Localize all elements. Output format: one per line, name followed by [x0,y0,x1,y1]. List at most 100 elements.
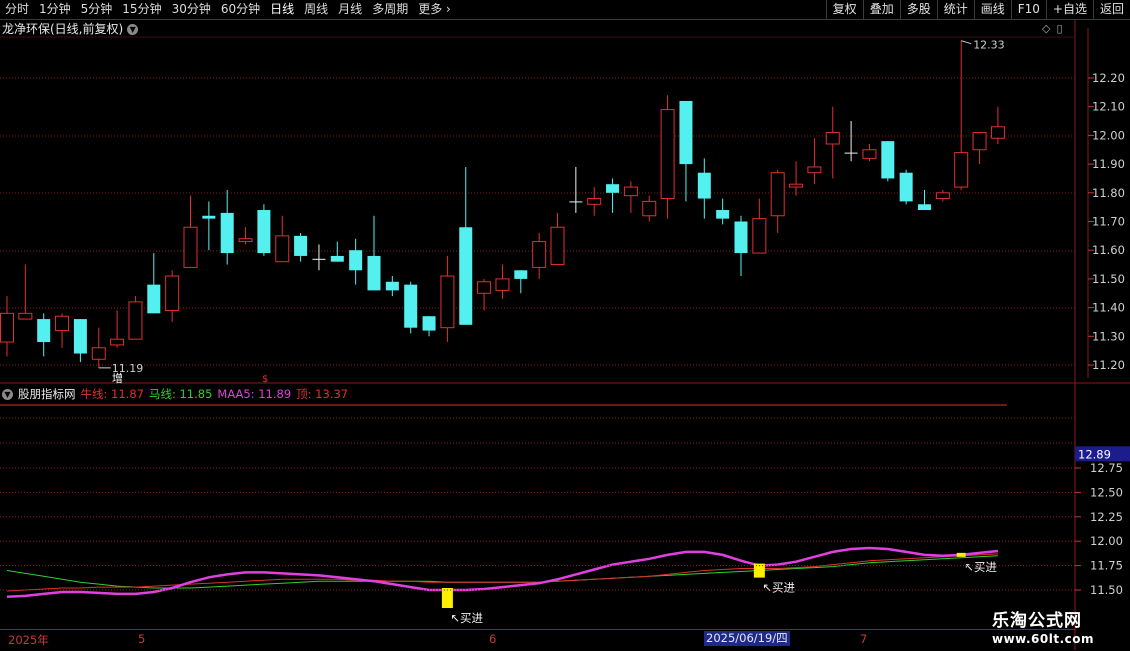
date-label-2: 6 [489,632,497,646]
price-label-2: 12.00 [1092,128,1125,142]
price-label-1: 12.10 [1092,100,1125,114]
candle-body-8 [147,284,161,314]
candle-body-41 [752,218,767,254]
indicator-legend: ▼ 股朋指标网 牛线: 11.87 马线: 11.85 MAA5: 11.89 顶: … [2,386,348,402]
current-value-label: 12.89 [1078,447,1111,461]
price-label-0: 12.20 [1092,71,1125,85]
legend-item-2: MAA5: 11.89 [217,387,292,401]
candle-body-43 [789,183,804,188]
ind-axis-label-2: 12.25 [1090,510,1123,524]
ma-line [6,555,998,589]
candle-body-37 [679,100,693,165]
candle-body-13 [238,238,253,243]
candle-body-21 [385,281,399,291]
buy-marker-2 [956,552,966,557]
candle-body-47 [862,149,877,159]
buy-label-2: ↖买进 [964,560,997,574]
chevron-down-icon[interactable]: ▼ [2,388,13,400]
candle-body-36 [660,109,675,200]
maa5-line [6,546,999,599]
candle-body-40 [734,221,748,254]
candle-body-12 [220,212,234,254]
candle-body-9 [165,275,180,311]
price-label-5: 11.70 [1092,215,1125,229]
candle-body-4 [73,319,87,354]
high-pointer [961,40,972,45]
candle-body-33 [606,184,620,193]
candle-body-45 [825,132,840,145]
candle-body-27 [495,278,510,291]
candle-body-38 [697,172,711,199]
candle-body-32 [587,198,602,205]
candle-body-49 [899,172,913,202]
candle-body-35 [642,200,657,217]
indicator-name: 股朋指标网 [18,387,76,401]
candle-body-50 [918,204,931,211]
candle-body-52 [954,152,969,188]
candle-body-1 [18,312,33,320]
candle-body-22 [404,284,418,328]
candle-body-3 [55,315,70,332]
candle-body-30 [550,226,565,266]
watermark-line1: 乐淘公式网 [992,611,1082,631]
candle-body-0 [0,312,14,343]
legend-item-3: 顶: 13.37 [296,387,349,401]
legend-item-1: 马线: 11.85 [148,387,213,401]
candle-body-39 [716,210,730,219]
legend-item-0: 牛线: 11.87 [80,387,144,401]
price-label-3: 11.90 [1092,157,1125,171]
candle-body-6 [110,338,125,346]
candle-body-18 [330,255,344,262]
candle-body-26 [477,281,492,294]
price-label-4: 11.80 [1092,186,1125,200]
candle-body-7 [128,301,143,340]
candle-body-5 [91,347,106,360]
candle-body-53 [972,132,987,151]
price-label-6: 11.60 [1092,243,1125,257]
kline-chart[interactable]: 12.20 12.10 12.00 11.90 11.80 11.70 11.60 11.50… [0,0,1130,650]
candle-body-46 [844,152,858,154]
candle-body-48 [881,141,895,179]
watermark: 乐淘公式网 www.60lt.com [992,606,1094,646]
candle-body-28 [514,270,528,279]
ind-axis-label-1: 12.50 [1090,485,1123,499]
selected-date: 2025/06/19/四 [704,631,790,646]
candle-body-29 [532,241,547,268]
ind-axis-label-3: 12.00 [1090,534,1123,548]
candle-body-10 [183,226,198,268]
candle-body-54 [990,126,1005,139]
candle-body-19 [349,250,363,271]
ind-axis-label-0: 12.75 [1090,461,1123,475]
high-label: 12.33 [973,39,1005,52]
candle-body-23 [422,316,436,331]
candle-body-17 [312,258,326,260]
candle-body-44 [807,166,822,174]
niu-line [6,553,998,592]
candle-body-34 [623,186,638,197]
date-label-1: 5 [138,632,146,646]
candle-body-24 [440,275,455,329]
candle-body-2 [37,319,51,343]
candle-body-51 [935,192,950,200]
ind-axis-label-4: 11.75 [1090,559,1123,573]
buy-label-1: ↖买进 [762,581,795,595]
candle-body-14 [257,210,271,254]
price-label-8: 11.40 [1092,301,1125,315]
buy-label-0: ↖买进 [450,611,483,625]
price-label-10: 11.20 [1092,358,1125,372]
date-label-0: 2025年 [8,633,49,647]
date-axis: 2025/06/19/四 2025年 5 6 7 [0,629,1075,651]
watermark-line2: www.60lt.com [992,632,1095,646]
ind-axis-label-5: 11.50 [1090,583,1123,597]
marker-label-2: $ [262,374,268,385]
price-label-9: 11.30 [1092,329,1125,343]
marker-label: 增 [112,371,123,385]
candle-body-42 [770,172,785,217]
candle-body-25 [459,227,473,325]
candle-body-20 [367,255,381,291]
candle-body-11 [202,215,216,219]
date-label-3: 7 [860,632,868,646]
candle-body-16 [294,235,308,256]
candle-body-15 [275,235,290,263]
candle-body-31 [569,201,583,203]
